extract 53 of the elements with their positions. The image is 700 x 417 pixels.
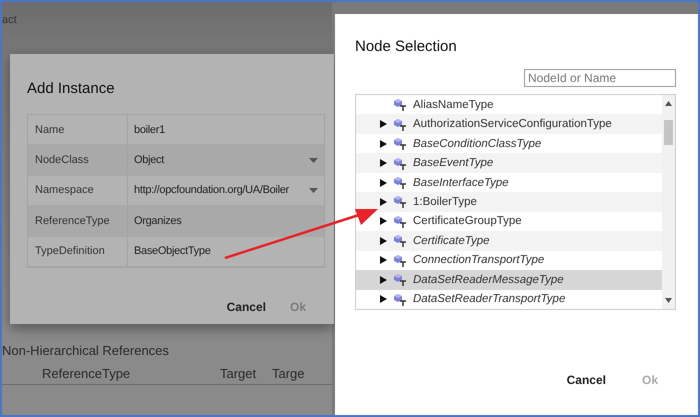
- node-type-icon: [393, 214, 407, 228]
- node-type-icon: [393, 234, 407, 248]
- tree-item[interactable]: CertificateType: [356, 231, 662, 251]
- expand-icon[interactable]: [380, 217, 387, 226]
- expand-icon[interactable]: [380, 140, 387, 148]
- node-type-icon: [393, 254, 407, 267]
- node-type-icon: [393, 273, 407, 286]
- section-title: Non-Hierarchical References: [2, 343, 170, 360]
- field-label: Name: [28, 115, 128, 144]
- caret-icon[interactable]: [309, 158, 318, 163]
- expand-icon[interactable]: [380, 236, 387, 245]
- column-header: Target: [220, 366, 258, 381]
- expand-icon[interactable]: [380, 295, 387, 304]
- input-field[interactable]: Organizes: [128, 206, 324, 236]
- dropdown-field[interactable]: http://opcfoundation.org/UA/Boiler: [128, 176, 324, 206]
- node-type-icon: [393, 118, 407, 131]
- input-field[interactable]: boiler1: [128, 115, 324, 144]
- scrollbar[interactable]: [662, 95, 675, 309]
- column-header: Targe: [272, 366, 306, 381]
- expand-icon[interactable]: [380, 276, 387, 284]
- subtitle: act: [2, 13, 18, 26]
- node-type-icon: [393, 156, 407, 170]
- cancel-button[interactable]: Cancel: [226, 300, 266, 314]
- node-type-icon: [393, 292, 407, 306]
- input-field[interactable]: BaseObjectType: [128, 236, 324, 266]
- node-type-icon: [393, 195, 407, 208]
- field-label: TypeDefinition: [28, 236, 128, 266]
- field-label: Namespace: [28, 176, 128, 206]
- dialog-title: Add Instance: [27, 80, 116, 97]
- cancel-button[interactable]: Cancel: [566, 373, 606, 387]
- expand-icon[interactable]: [380, 256, 387, 264]
- tree-item[interactable]: AuthorizationServiceConfigurationType: [356, 114, 662, 134]
- caret-icon[interactable]: [309, 188, 318, 193]
- tree-item[interactable]: BaseEventType: [356, 153, 662, 173]
- tree-item[interactable]: DataSetReaderTransportType: [356, 290, 662, 309]
- tree-item[interactable]: 1:BoilerType: [356, 192, 662, 212]
- node-type-icon: [393, 98, 407, 112]
- expand-icon[interactable]: [380, 198, 387, 206]
- dialog-title: Node Selection: [355, 38, 458, 55]
- dropdown-field[interactable]: Object: [128, 145, 324, 175]
- node-type-icon: [393, 137, 407, 150]
- expand-icon[interactable]: [380, 120, 387, 128]
- scrollbar-thumb[interactable]: [664, 120, 673, 145]
- scroll-down-icon[interactable]: [665, 298, 672, 303]
- tree-item[interactable]: DataSetReaderMessageType: [356, 270, 662, 290]
- scroll-up-icon[interactable]: [665, 101, 672, 106]
- node-type-icon: [393, 176, 407, 190]
- field-label: NodeClass: [28, 145, 128, 175]
- field-label: ReferenceType: [28, 206, 128, 236]
- expand-icon[interactable]: [380, 178, 387, 187]
- expand-icon[interactable]: [380, 159, 387, 168]
- search-field[interactable]: NodeId or Name: [524, 69, 676, 87]
- column-header: ReferenceType: [42, 366, 132, 381]
